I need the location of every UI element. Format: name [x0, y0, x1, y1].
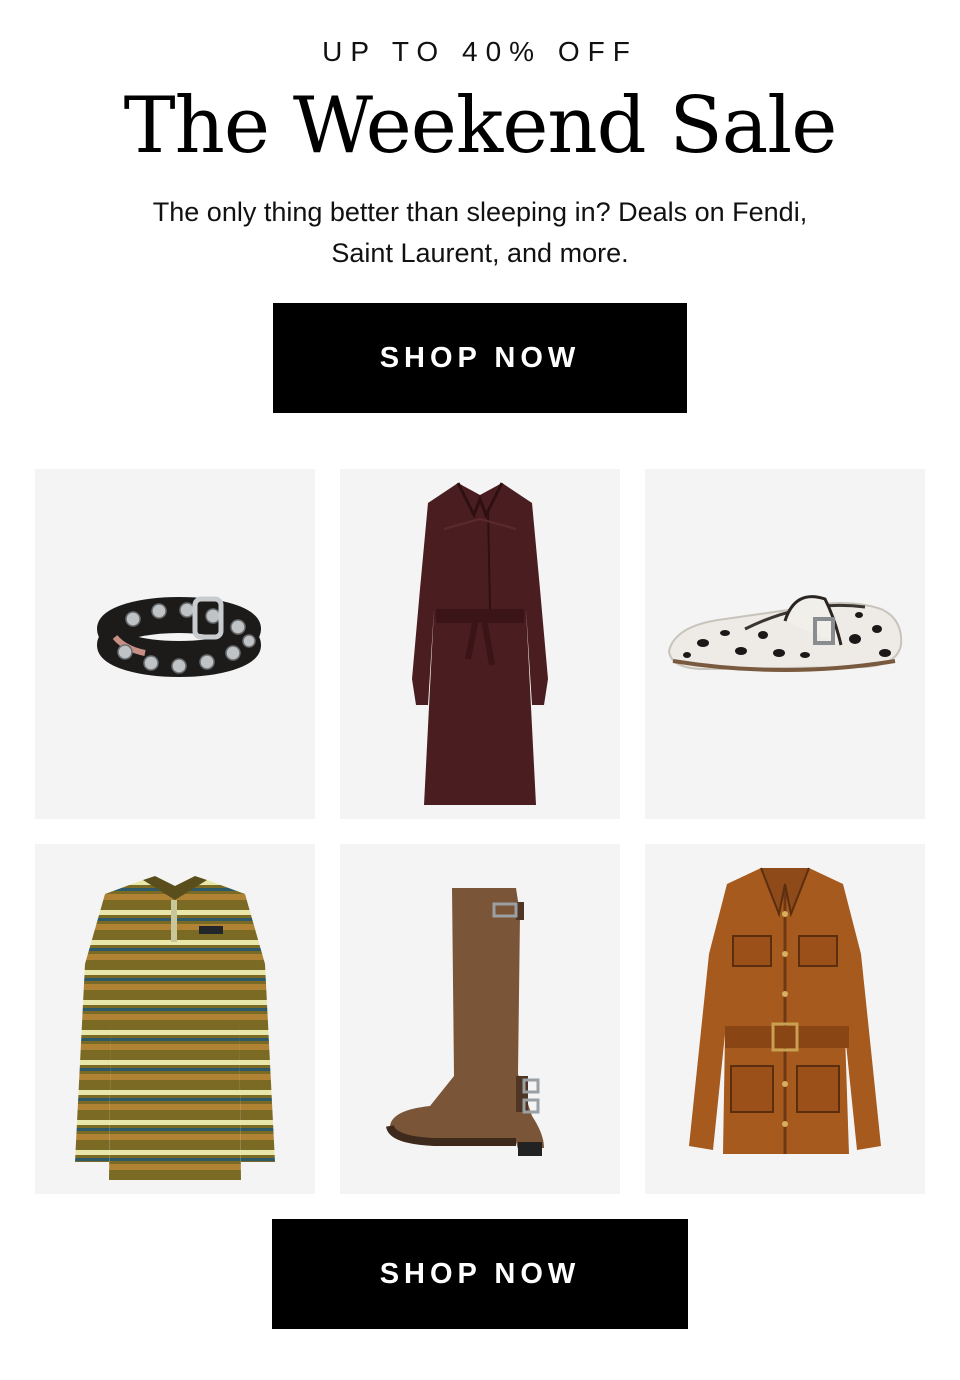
suede-biker-boot-icon	[386, 888, 544, 1156]
sale-eyebrow: UP TO 40% OFF	[322, 36, 638, 67]
dalmatian-print-mary-jane-shoe-icon	[667, 595, 903, 672]
product-tile-polo[interactable]	[35, 844, 315, 1194]
page-title: The Weekend Sale	[123, 81, 838, 171]
belted-leather-jacket-icon	[689, 867, 881, 1154]
striped-polo-shirt-icon	[75, 876, 275, 1180]
product-tile-jacket[interactable]	[645, 844, 925, 1194]
product-tile-coat[interactable]	[340, 469, 620, 819]
product-tile-boot[interactable]	[340, 844, 620, 1194]
product-tile-shoe[interactable]	[645, 469, 925, 819]
studded-belt-icon	[97, 596, 261, 677]
sale-description: The only thing better than sleeping in? …	[152, 197, 808, 268]
shop-now-button-bottom[interactable]: SHOP NOW	[272, 1219, 688, 1329]
shop-now-button-top[interactable]: SHOP NOW	[273, 303, 687, 413]
product-tile-belt[interactable]	[35, 469, 315, 819]
leather-trench-coat-icon	[412, 482, 548, 805]
